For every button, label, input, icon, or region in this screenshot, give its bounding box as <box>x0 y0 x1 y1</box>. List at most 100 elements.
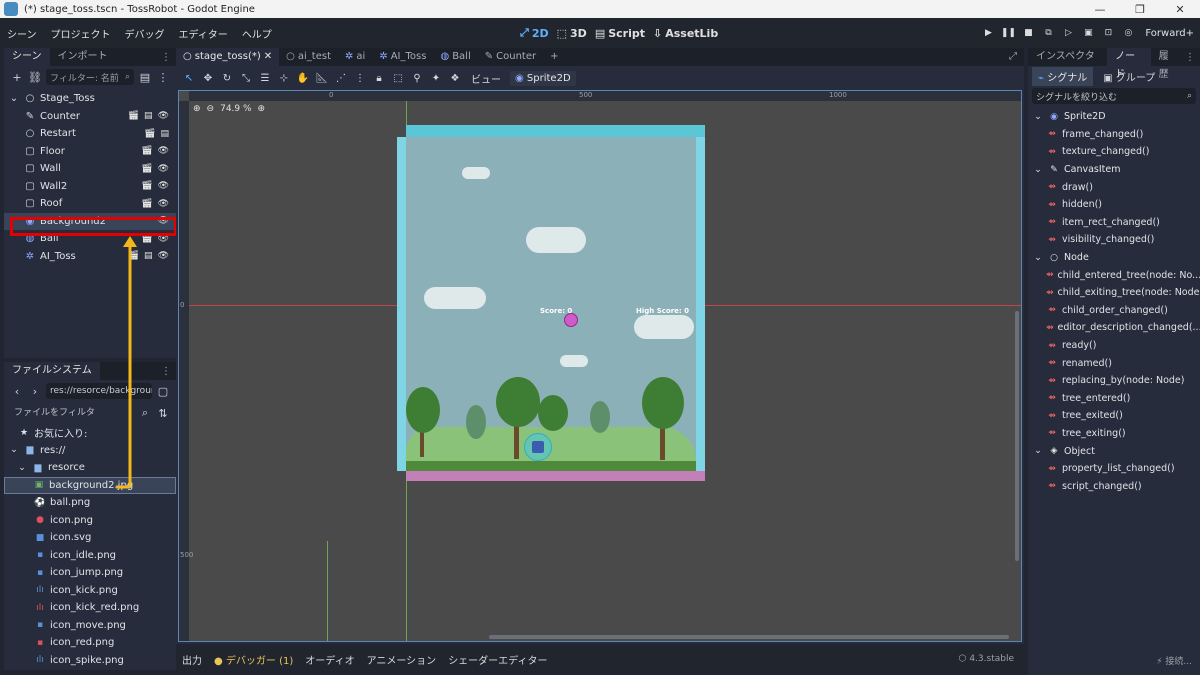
sort-icon[interactable]: ⇅ <box>156 407 170 420</box>
tab-import[interactable]: インポート <box>50 48 116 66</box>
signal-row[interactable]: ⇴ tree_exiting() <box>1028 425 1200 443</box>
link-icon[interactable]: ⛓ <box>28 71 42 84</box>
vertical-scrollbar[interactable] <box>1015 311 1019 561</box>
workspace-2d[interactable]: ⤢ 2D <box>520 26 549 40</box>
chevron-down-icon[interactable]: ⌄ <box>8 93 20 104</box>
clapper-icon[interactable]: 🎬︎ <box>141 164 152 174</box>
tab-scene[interactable]: シーン <box>4 48 50 66</box>
canvas-viewport[interactable]: 0 500 1000 0 500 ⊕ ⊖ 74.9 % ⊕ Score: 0 H… <box>178 90 1022 642</box>
menu-scene[interactable]: シーン <box>0 26 44 41</box>
connect-button[interactable]: ⚡︎ 接続... <box>1156 654 1192 667</box>
signal-row[interactable]: ⇴ item_rect_changed() <box>1028 214 1200 232</box>
eye-icon[interactable]: 👁︎ <box>158 181 169 191</box>
back-icon[interactable]: ‹ <box>10 385 24 398</box>
scene-tab-counter[interactable]: ✎ Counter <box>478 48 543 66</box>
tab-node[interactable]: ノード <box>1107 48 1151 80</box>
res-root-row[interactable]: ⌄ ▆ res:// <box>4 442 176 460</box>
chevron-down-icon[interactable]: ⌄ <box>8 445 20 455</box>
signal-row[interactable]: ⇴ replacing_by(node: Node) <box>1028 372 1200 390</box>
clapper-icon[interactable]: 🎬︎ <box>128 111 139 121</box>
ball-sprite[interactable] <box>564 313 578 327</box>
center-view-icon[interactable]: ⊕ <box>193 104 201 114</box>
pan-tool-icon[interactable]: ✋ <box>296 73 310 84</box>
clapper-icon[interactable]: 🎬︎ <box>141 146 152 156</box>
distraction-free-icon[interactable]: ⤢ <box>1002 48 1024 66</box>
signal-row[interactable]: ⇴ tree_entered() <box>1028 390 1200 408</box>
select-tool-icon[interactable]: ↖ <box>182 73 196 84</box>
attach-script-icon[interactable]: ▤ <box>138 71 152 84</box>
scene-tab-ai-test[interactable]: ○ ai_test <box>279 48 338 66</box>
eye-icon[interactable]: 👁︎ <box>158 111 169 121</box>
menu-editor[interactable]: エディター <box>172 26 235 41</box>
eye-icon[interactable]: 👁︎ <box>158 199 169 209</box>
tree-node-ai-toss[interactable]: ✲ AI_Toss 🎬︎ ▤ 👁︎ <box>4 248 176 266</box>
search-icon[interactable]: ⌕ <box>138 406 152 420</box>
class-row-sprite2d[interactable]: ⌄ ◉ Sprite2D <box>1028 108 1200 126</box>
minimize-button[interactable]: — <box>1080 3 1120 16</box>
clapper-icon[interactable]: 🎬︎ <box>141 181 152 191</box>
file-row[interactable]: ● icon.png <box>4 512 176 530</box>
workspace-assetlib[interactable]: ⇩ AssetLib <box>653 27 718 40</box>
file-row[interactable]: ılı icon_kick_red.png <box>4 599 176 617</box>
file-row[interactable]: ⚽ ball.png <box>4 494 176 512</box>
eye-icon[interactable]: 👁︎ <box>158 164 169 174</box>
file-row[interactable]: ▪ icon_idle.png <box>4 547 176 565</box>
signal-row[interactable]: ⇴ script_changed() <box>1028 477 1200 495</box>
favorites-row[interactable]: ★ お気に入り: <box>4 424 176 442</box>
pivot-tool-icon[interactable]: ⊹ <box>277 73 291 84</box>
play-scene-icon[interactable]: ▷ <box>1059 24 1077 42</box>
eye-icon[interactable]: 👁︎ <box>158 146 169 156</box>
tree-menu-icon[interactable]: ⋮ <box>156 71 170 84</box>
grid-snap-icon[interactable]: ⋮ <box>353 73 367 84</box>
tree-node-roof[interactable]: ▢ Roof 🎬︎ 👁︎ <box>4 195 176 213</box>
signal-row[interactable]: ⇴ child_order_changed() <box>1028 302 1200 320</box>
ruler-tool-icon[interactable]: 📐︎ <box>315 73 329 84</box>
script-badge-icon[interactable]: ▤ <box>144 251 153 261</box>
tree-node-wall[interactable]: ▢ Wall 🎬︎ 👁︎ <box>4 160 176 178</box>
class-row-node[interactable]: ⌄ ○ Node <box>1028 249 1200 267</box>
movie-maker-icon[interactable]: ⊡ <box>1099 24 1117 42</box>
eye-icon[interactable]: 👁︎ <box>158 251 169 261</box>
chevron-down-icon[interactable]: ⌄ <box>1032 165 1044 175</box>
class-row-canvasitem[interactable]: ⌄ ✎ CanvasItem <box>1028 161 1200 179</box>
chevron-down-icon[interactable]: ⌄ <box>1032 112 1044 122</box>
tree-node-restart[interactable]: ○ Restart 🎬︎ ▤ <box>4 125 176 143</box>
zoom-out-icon[interactable]: ⊖ <box>207 104 215 114</box>
tab-shader-editor[interactable]: シェーダーエディター <box>448 652 547 667</box>
zoom-in-icon[interactable]: ⊕ <box>258 104 266 114</box>
tab-filesystem[interactable]: ファイルシステム <box>4 362 100 380</box>
rotate-tool-icon[interactable]: ↻ <box>220 73 234 84</box>
signal-row[interactable]: ⇴ ready() <box>1028 337 1200 355</box>
tab-history[interactable]: 履歴 <box>1151 48 1185 80</box>
script-badge-icon[interactable]: ▤ <box>144 111 153 121</box>
signal-row[interactable]: ⇴ child_exiting_tree(node: Node) <box>1028 284 1200 302</box>
signal-row[interactable]: ⇴ property_list_changed() <box>1028 460 1200 478</box>
lock-icon[interactable]: 🔒︎ <box>372 73 386 84</box>
maximize-button[interactable]: ❐ <box>1120 3 1160 16</box>
zoom-level[interactable]: 74.9 % <box>220 104 251 114</box>
renderer-select[interactable]: Forward+ <box>1139 28 1200 39</box>
forward-icon[interactable]: › <box>28 385 42 398</box>
tab-animation[interactable]: アニメーション <box>367 652 437 667</box>
signal-row[interactable]: ⇴ editor_description_changed(... <box>1028 319 1200 337</box>
split-view-icon[interactable]: ▢ <box>156 385 170 398</box>
tab-groups[interactable]: ▣ グループ <box>1097 67 1161 86</box>
scene-tab-ai[interactable]: ✲ ai <box>338 48 372 66</box>
scene-tab-ai-toss[interactable]: ✲ AI_Toss <box>372 48 433 66</box>
play-custom-icon[interactable]: ▣ <box>1079 24 1097 42</box>
group-icon[interactable]: ⬚ <box>391 73 405 84</box>
path-field[interactable]: res://resorce/background2. <box>46 383 152 399</box>
file-row-background2[interactable]: ▣ background2.jpg <box>4 476 176 494</box>
clapper-icon[interactable]: 🎬︎ <box>128 251 139 261</box>
class-row-object[interactable]: ⌄ ◈ Object <box>1028 442 1200 460</box>
file-row[interactable]: ▪ icon_jump.png <box>4 564 176 582</box>
scene-tab-stage-toss[interactable]: ○ stage_toss(*) ✕ <box>176 48 280 66</box>
script-badge-icon[interactable]: ▤ <box>160 129 169 139</box>
signal-row[interactable]: ⇴ tree_exited() <box>1028 407 1200 425</box>
background2-sprite[interactable]: Score: 0 High Score: 0 <box>406 137 696 471</box>
signal-row[interactable]: ⇴ hidden() <box>1028 196 1200 214</box>
sprite2d-menu[interactable]: ◉ Sprite2D <box>510 70 576 86</box>
kebab-icon[interactable]: ⋮ <box>161 366 176 377</box>
remote-debug-icon[interactable]: ⧉ <box>1039 24 1057 42</box>
tab-audio[interactable]: オーディオ <box>305 652 354 667</box>
